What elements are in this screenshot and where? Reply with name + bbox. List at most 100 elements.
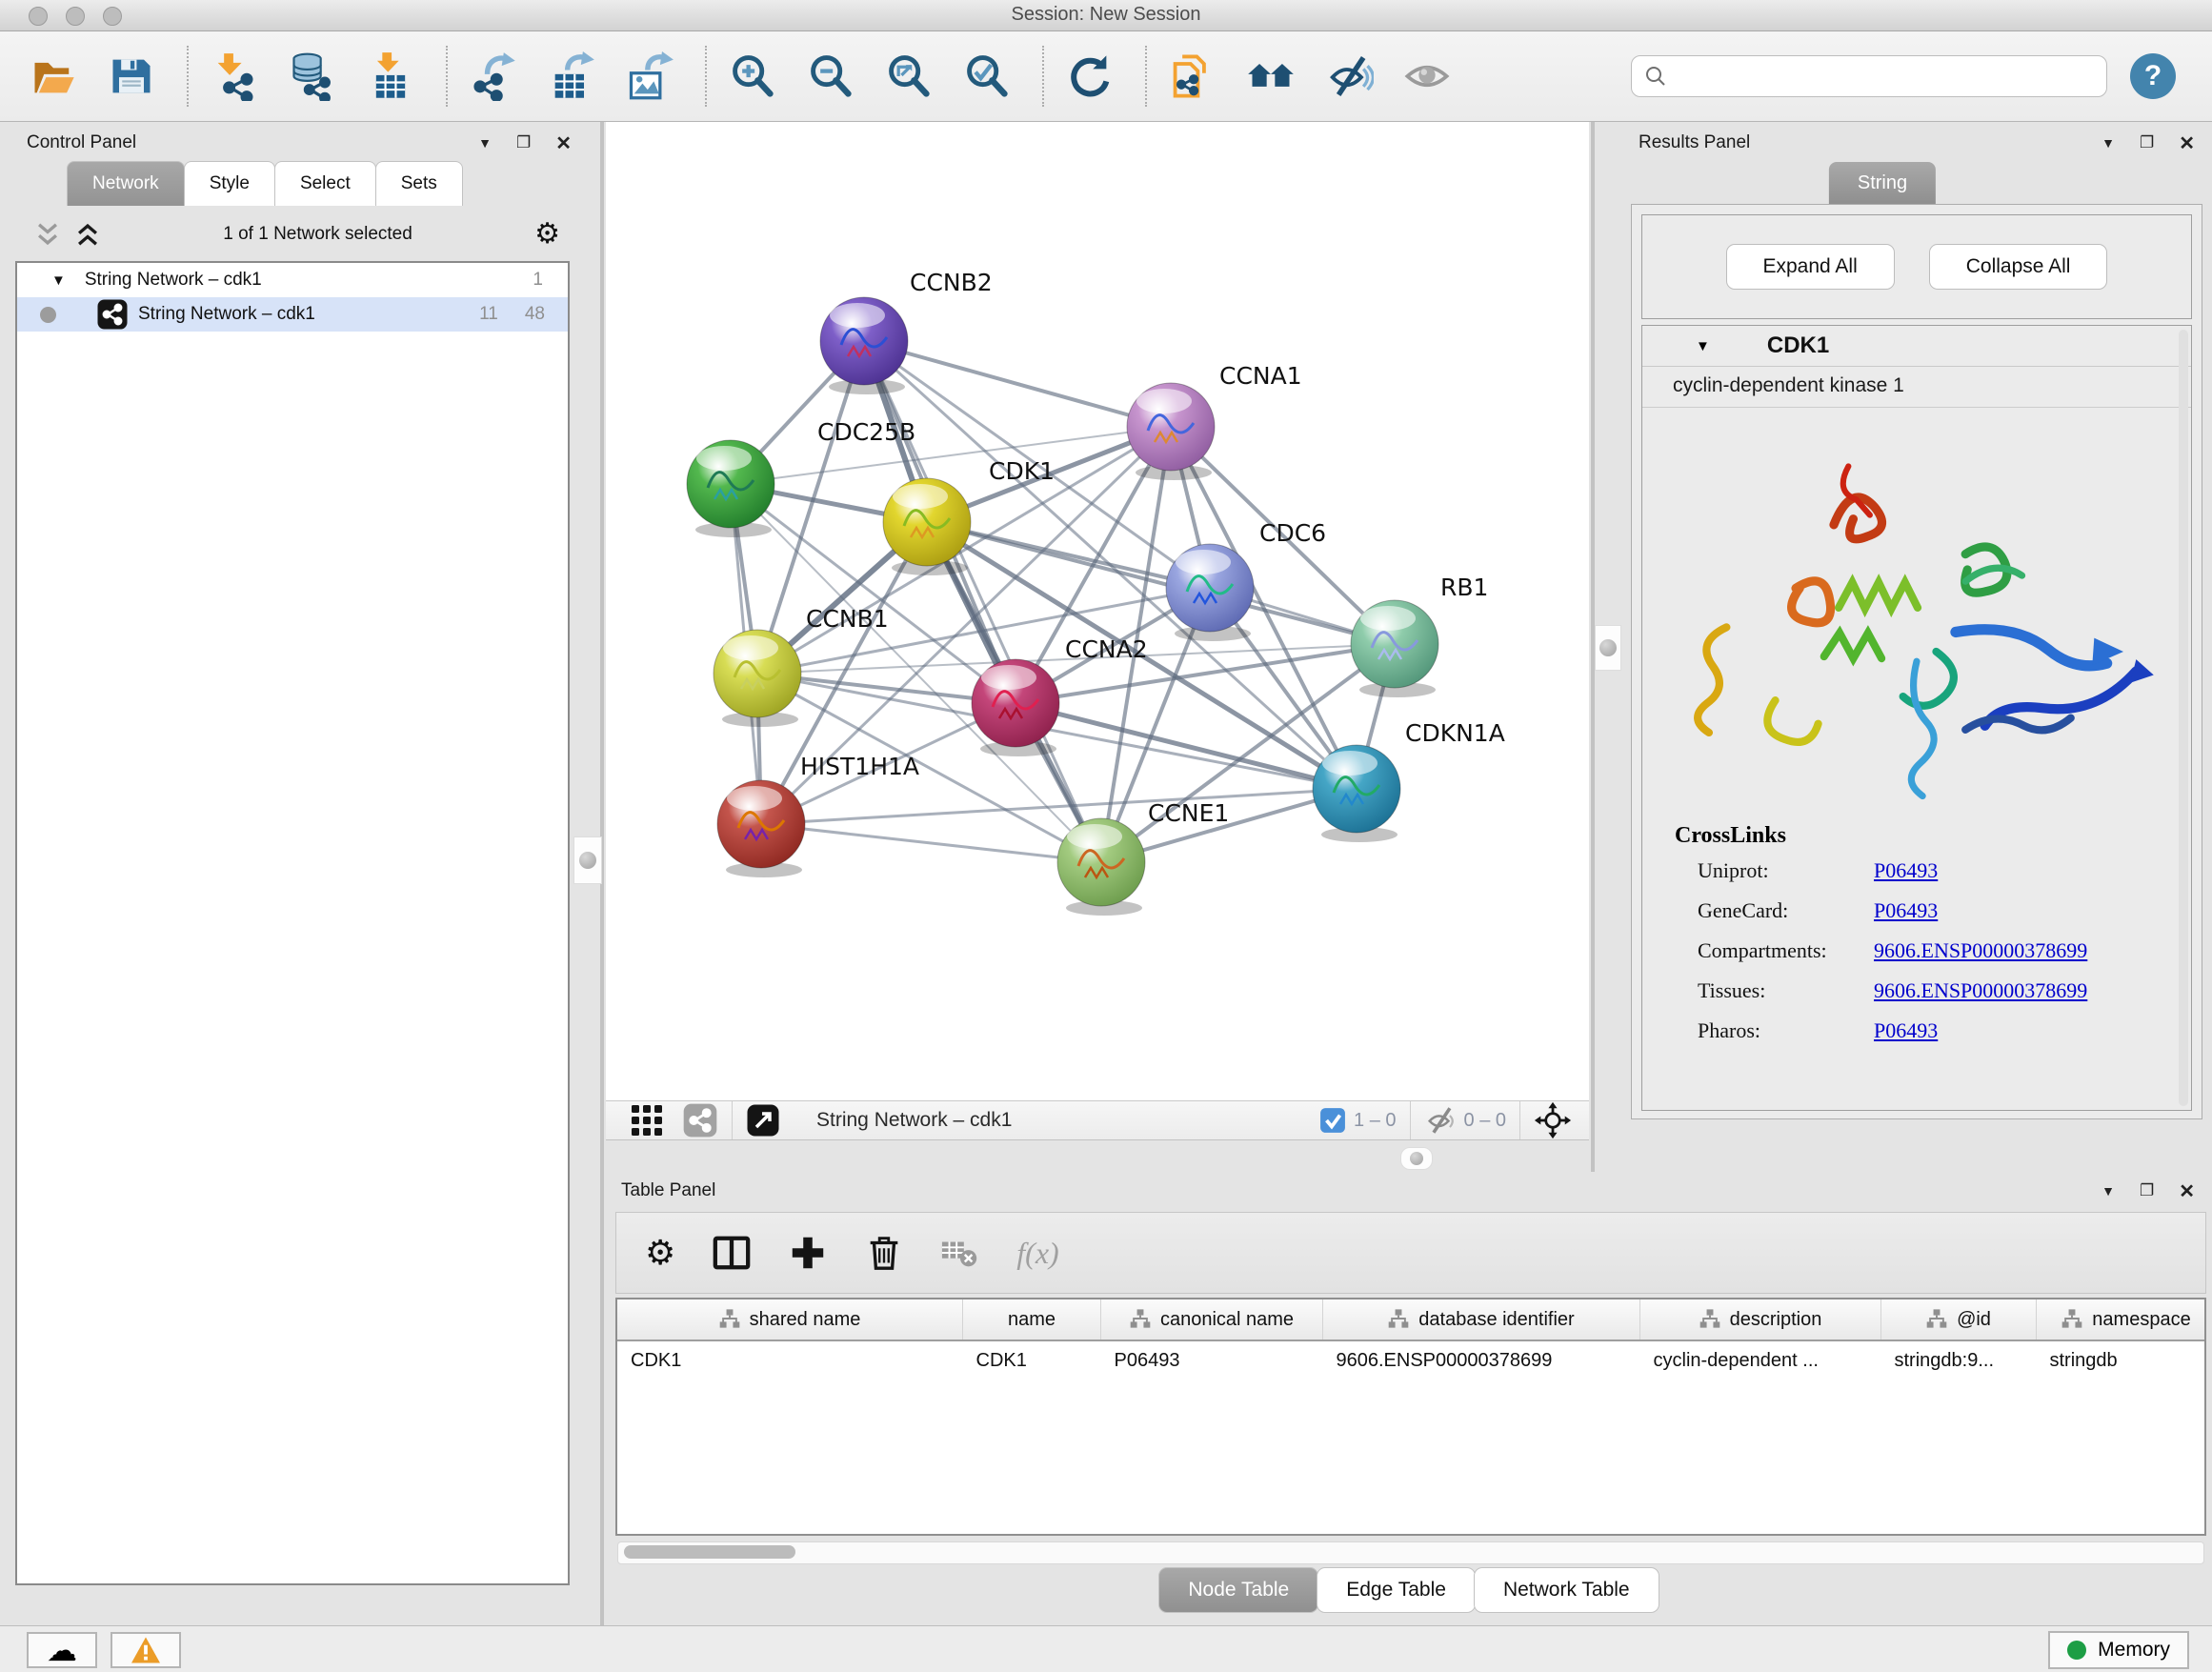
hide-selected-button[interactable] [1322,50,1376,103]
memory-button[interactable]: Memory [2048,1631,2189,1669]
node-cdkn1a[interactable]: CDKN1A [1313,719,1505,842]
table-cell-4[interactable]: cyclin-dependent ... [1640,1340,1881,1380]
column-header-database-identifier[interactable]: database identifier [1323,1299,1640,1340]
crosslink-link[interactable]: P06493 [1874,1018,1938,1043]
expand-all-button[interactable]: Expand All [1726,244,1895,290]
delete-table-button[interactable] [940,1233,980,1273]
edge-CCNE1-HIST1H1A[interactable] [761,824,1101,862]
warnings-button[interactable] [111,1632,181,1668]
tab-edge-table[interactable]: Edge Table [1317,1567,1476,1613]
column-header-canonical-name[interactable]: canonical name [1101,1299,1323,1340]
export-network-button[interactable] [467,50,520,103]
column-header-namespace[interactable]: namespace [2037,1299,2207,1340]
clone-network-button[interactable] [1166,50,1219,103]
node-ccne1[interactable]: CCNE1 [1057,799,1229,916]
show-columns-button[interactable] [712,1233,752,1273]
crosslink-link[interactable]: 9606.ENSP00000378699 [1874,938,2087,963]
function-builder-button[interactable]: f(x) [1016,1236,1058,1271]
cloud-button[interactable]: ☁ [27,1632,97,1668]
grid-view-icon[interactable] [629,1102,665,1138]
table-cell-2[interactable]: P06493 [1101,1340,1323,1380]
column-header-description[interactable]: description [1640,1299,1881,1340]
open-session-button[interactable] [27,50,80,103]
protein-header-row[interactable]: ▼ CDK1 [1642,326,2191,367]
add-column-button[interactable] [788,1233,828,1273]
zoom-fit-button[interactable] [882,50,935,103]
tab-style[interactable]: Style [184,161,275,206]
table-options-gear-icon[interactable]: ⚙ [645,1236,675,1270]
control-panel-float-icon[interactable]: ❐ [516,133,531,152]
help-button[interactable]: ? [2130,53,2176,99]
export-image-button[interactable] [623,50,676,103]
results-panel-close-icon[interactable]: ✕ [2179,131,2195,155]
column-header-shared-name[interactable]: shared name [617,1299,963,1340]
search-input[interactable] [1668,65,2095,89]
table-panel-collapse-icon[interactable]: ▼ [2101,1183,2115,1199]
table-row[interactable]: CDK1CDK1P064939606.ENSP00000378699cyclin… [617,1340,2206,1380]
import-database-button[interactable] [286,50,339,103]
results-panel-collapse-icon[interactable]: ▼ [2101,135,2115,151]
zoom-out-button[interactable] [804,50,857,103]
network-row[interactable]: String Network – cdk1 11 48 [17,297,568,332]
column-header--id[interactable]: @id [1881,1299,2037,1340]
tab-node-table[interactable]: Node Table [1158,1567,1318,1613]
refresh-layout-button[interactable] [1063,50,1116,103]
scrollbar-thumb[interactable] [624,1545,795,1559]
table-cell-3[interactable]: 9606.ENSP00000378699 [1323,1340,1640,1380]
horizontal-splitter-handle[interactable] [1400,1147,1433,1170]
results-panel-float-icon[interactable]: ❐ [2140,133,2154,152]
tab-network-table[interactable]: Network Table [1474,1567,1659,1613]
column-header-name[interactable]: name [963,1299,1101,1340]
table-panel-close-icon[interactable]: ✕ [2179,1179,2195,1203]
crosslink-link[interactable]: P06493 [1874,898,1938,923]
control-panel-close-icon[interactable]: ✕ [555,131,572,155]
left-divider-handle[interactable] [573,836,602,884]
tab-sets[interactable]: Sets [375,161,463,206]
string-buttons-row: Expand All Collapse All [1641,214,2192,319]
right-divider-handle[interactable] [1595,625,1621,671]
node-rb1[interactable]: RB1 [1351,574,1488,697]
node-hist1h1a[interactable]: HIST1H1A [717,753,919,877]
tab-network[interactable]: Network [67,161,185,206]
table-horizontal-scrollbar[interactable] [617,1541,2204,1564]
crosslink-link[interactable]: P06493 [1874,858,1938,883]
results-scrollbar[interactable] [2179,330,2188,1106]
table-cell-5[interactable]: stringdb:9... [1881,1340,2037,1380]
string-home-button[interactable] [1244,50,1297,103]
zoom-selected-button[interactable] [960,50,1014,103]
collapse-all-icon[interactable] [34,221,61,248]
search-field[interactable] [1631,55,2107,97]
network-options-gear-icon[interactable]: ⚙ [534,220,560,249]
network-canvas[interactable]: CCNB2CCNA1CDC25BCDK1CDC6RB1CCNB1CCNA2CDK… [606,122,1589,1100]
crosslink-link[interactable]: 9606.ENSP00000378699 [1874,978,2087,1003]
tab-string[interactable]: String [1829,162,1936,204]
collapse-all-button[interactable]: Collapse All [1929,244,2108,290]
node-ccna1[interactable]: CCNA1 [1127,362,1302,480]
detach-view-icon[interactable] [746,1103,780,1138]
import-table-button[interactable] [364,50,417,103]
table-cell-6[interactable]: stringdb [2037,1340,2207,1380]
birds-eye-icon[interactable] [1534,1101,1572,1139]
zoom-in-button[interactable] [726,50,779,103]
tree-expand-icon[interactable]: ▼ [51,272,66,289]
results-panel-title: Results Panel [1639,132,1750,153]
expand-all-icon[interactable] [74,221,101,248]
node-ccnb2[interactable]: CCNB2 [820,269,993,394]
selected-checkbox-icon[interactable] [1319,1107,1346,1134]
network-collection-row[interactable]: ▼ String Network – cdk1 1 [17,263,568,297]
network-view-toggle-icon[interactable] [682,1102,718,1138]
save-session-button[interactable] [105,50,158,103]
tab-select[interactable]: Select [274,161,376,206]
table-panel-float-icon[interactable]: ❐ [2140,1181,2154,1200]
show-all-button[interactable] [1400,50,1454,103]
node-cdc25b[interactable]: CDC25B [687,418,915,537]
delete-column-button[interactable] [864,1233,904,1273]
node-cdc6[interactable]: CDC6 [1166,519,1326,641]
control-panel-collapse-icon[interactable]: ▼ [478,135,492,151]
export-table-button[interactable] [545,50,598,103]
table-cell-1[interactable]: CDK1 [963,1340,1101,1380]
protein-collapse-icon[interactable]: ▼ [1696,338,1710,354]
table-cell-0[interactable]: CDK1 [617,1340,963,1380]
import-network-button[interactable] [208,50,261,103]
edge-CCNA1-CDC25B[interactable] [731,427,1171,484]
